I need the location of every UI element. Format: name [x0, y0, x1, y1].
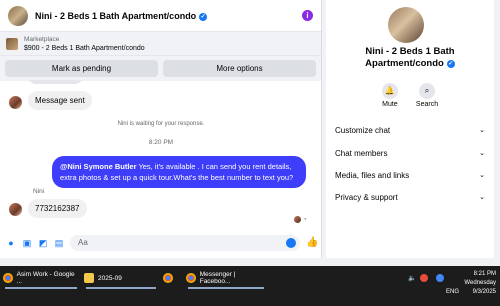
chevron-down-icon: ⌄: [479, 150, 485, 157]
active-indicator: [86, 287, 156, 289]
chat-pane: Nini - 2 Beds 1 Bath Apartment/condo ✓ i …: [0, 0, 322, 258]
taskbar-item-messenger[interactable]: Messenger | Faceboo...: [186, 270, 266, 289]
message-list[interactable]: Message sent Nini is waiting for your re…: [0, 80, 322, 230]
timestamp: 8:20 PM: [148, 139, 174, 146]
row-label: Privacy & support: [335, 193, 398, 202]
verified-icon: ✓: [199, 12, 208, 21]
mention[interactable]: @Nini Symone Butler: [60, 162, 137, 171]
sticker-icon[interactable]: ◩: [38, 238, 48, 248]
taskbar-item-label: Messenger | Faceboo...: [199, 271, 236, 285]
listing-title: $900 - 2 Beds 1 Bath Apartment/condo: [24, 44, 145, 52]
taskbar: Asim Work - Google ... 2025-09 Messenger…: [0, 266, 500, 306]
folder-icon: [84, 273, 94, 283]
composer: ● ▣ ◩ ▤ Aa 👍: [0, 232, 322, 254]
chrome-icon: [3, 273, 13, 283]
taskbar-item-chrome-asim[interactable]: Asim Work - Google ...: [3, 270, 79, 289]
avatar[interactable]: [8, 5, 28, 26]
active-indicator: [5, 287, 77, 289]
chevron-down-icon: ⌄: [479, 194, 485, 201]
message-bubble[interactable]: 7732162387: [28, 199, 87, 218]
taskbar-item-label: Asim Work - Google ...: [16, 271, 75, 285]
taskbar-item-folder[interactable]: 2025-09: [84, 270, 158, 289]
sender-name: Nini: [33, 188, 45, 195]
chat-header: Nini - 2 Beds 1 Bath Apartment/condo ✓ i: [0, 0, 321, 32]
clock-time: 8:21 PM: [473, 271, 496, 277]
clock-day: Wednesday: [464, 280, 496, 286]
image-icon[interactable]: ▣: [22, 238, 32, 248]
row-label: Customize chat: [335, 126, 391, 135]
outgoing-message-bubble[interactable]: @Nini Symone Butler Yes, it's available …: [52, 156, 306, 188]
app-icon: [436, 274, 445, 282]
info-actions: 🔔 Mute ⌕ Search: [326, 83, 494, 108]
search-button[interactable]: ⌕ Search: [416, 83, 438, 108]
chevron-down-icon: ⌄: [479, 127, 485, 134]
microphone-icon[interactable]: ●: [6, 238, 16, 248]
listing-source: Marketplace: [24, 35, 60, 43]
mark-as-pending-button[interactable]: Mark as pending: [5, 60, 158, 77]
avatar[interactable]: [9, 96, 22, 109]
taskbar-item-chrome[interactable]: [163, 270, 179, 286]
listing-thumbnail: [6, 37, 18, 50]
chat-title-text: Nini - 2 Beds 1 Bath Apartment/condo: [35, 10, 197, 21]
waiting-notice: Nini is waiting for your response.: [117, 121, 205, 127]
marketplace-listing[interactable]: Marketplace $900 - 2 Beds 1 Bath Apartme…: [0, 32, 321, 56]
chat-title[interactable]: Nini - 2 Beds 1 Bath Apartment/condo ✓: [35, 10, 208, 21]
search-label: Search: [415, 101, 439, 108]
info-name: Nini - 2 Beds 1 Bath Apartment/condo ✓: [326, 46, 494, 70]
active-indicator: [188, 287, 264, 289]
clock[interactable]: 8:21 PM Wednesday 9/3/2025: [464, 270, 496, 297]
thumbs-up-icon[interactable]: 👍: [306, 238, 318, 248]
search-icon: ⌕: [419, 83, 435, 99]
info-name-text: Nini - 2 Beds 1 Bath Apartment/condo: [365, 46, 455, 69]
info-icon[interactable]: i: [302, 10, 313, 21]
mute-button[interactable]: 🔔 Mute: [381, 83, 398, 108]
chat-members-row[interactable]: Chat members ⌄: [335, 149, 485, 158]
chrome-icon: [163, 273, 173, 283]
reaction-icon[interactable]: ◔: [303, 217, 307, 223]
gif-icon[interactable]: ▤: [54, 238, 64, 248]
message-input[interactable]: Aa: [70, 235, 300, 251]
emoji-icon[interactable]: [286, 238, 296, 248]
more-options-button[interactable]: More options: [163, 60, 316, 77]
chat-info-pane: Nini - 2 Beds 1 Bath Apartment/condo ✓ 🔔 …: [326, 0, 494, 258]
seen-avatar: [294, 216, 301, 223]
app-icon: [420, 274, 429, 282]
cropped-message: [28, 80, 83, 84]
message-bubble[interactable]: Message sent: [28, 91, 92, 110]
clock-date: 9/3/2025: [472, 289, 496, 295]
speaker-icon: 🔈: [408, 275, 417, 282]
privacy-support-row[interactable]: Privacy & support ⌄: [335, 193, 485, 202]
customize-chat-row[interactable]: Customize chat ⌄: [335, 126, 485, 135]
media-files-links-row[interactable]: Media, files and links ⌄: [335, 171, 485, 180]
listing-actions: Mark as pending More options: [0, 56, 321, 81]
chevron-down-icon: ⌄: [479, 172, 485, 179]
mute-label: Mute: [382, 101, 398, 108]
language-indicator[interactable]: ENG: [446, 284, 459, 300]
avatar[interactable]: [388, 7, 424, 43]
taskbar-item-label: 2025-09: [98, 274, 122, 282]
row-label: Media, files and links: [335, 171, 410, 180]
chrome-icon: [186, 273, 196, 283]
bell-icon: 🔔: [381, 83, 398, 99]
avatar[interactable]: [9, 203, 22, 216]
row-label: Chat members: [335, 149, 388, 158]
verified-icon: ✓: [446, 60, 455, 68]
message-input-placeholder: Aa: [78, 238, 88, 247]
